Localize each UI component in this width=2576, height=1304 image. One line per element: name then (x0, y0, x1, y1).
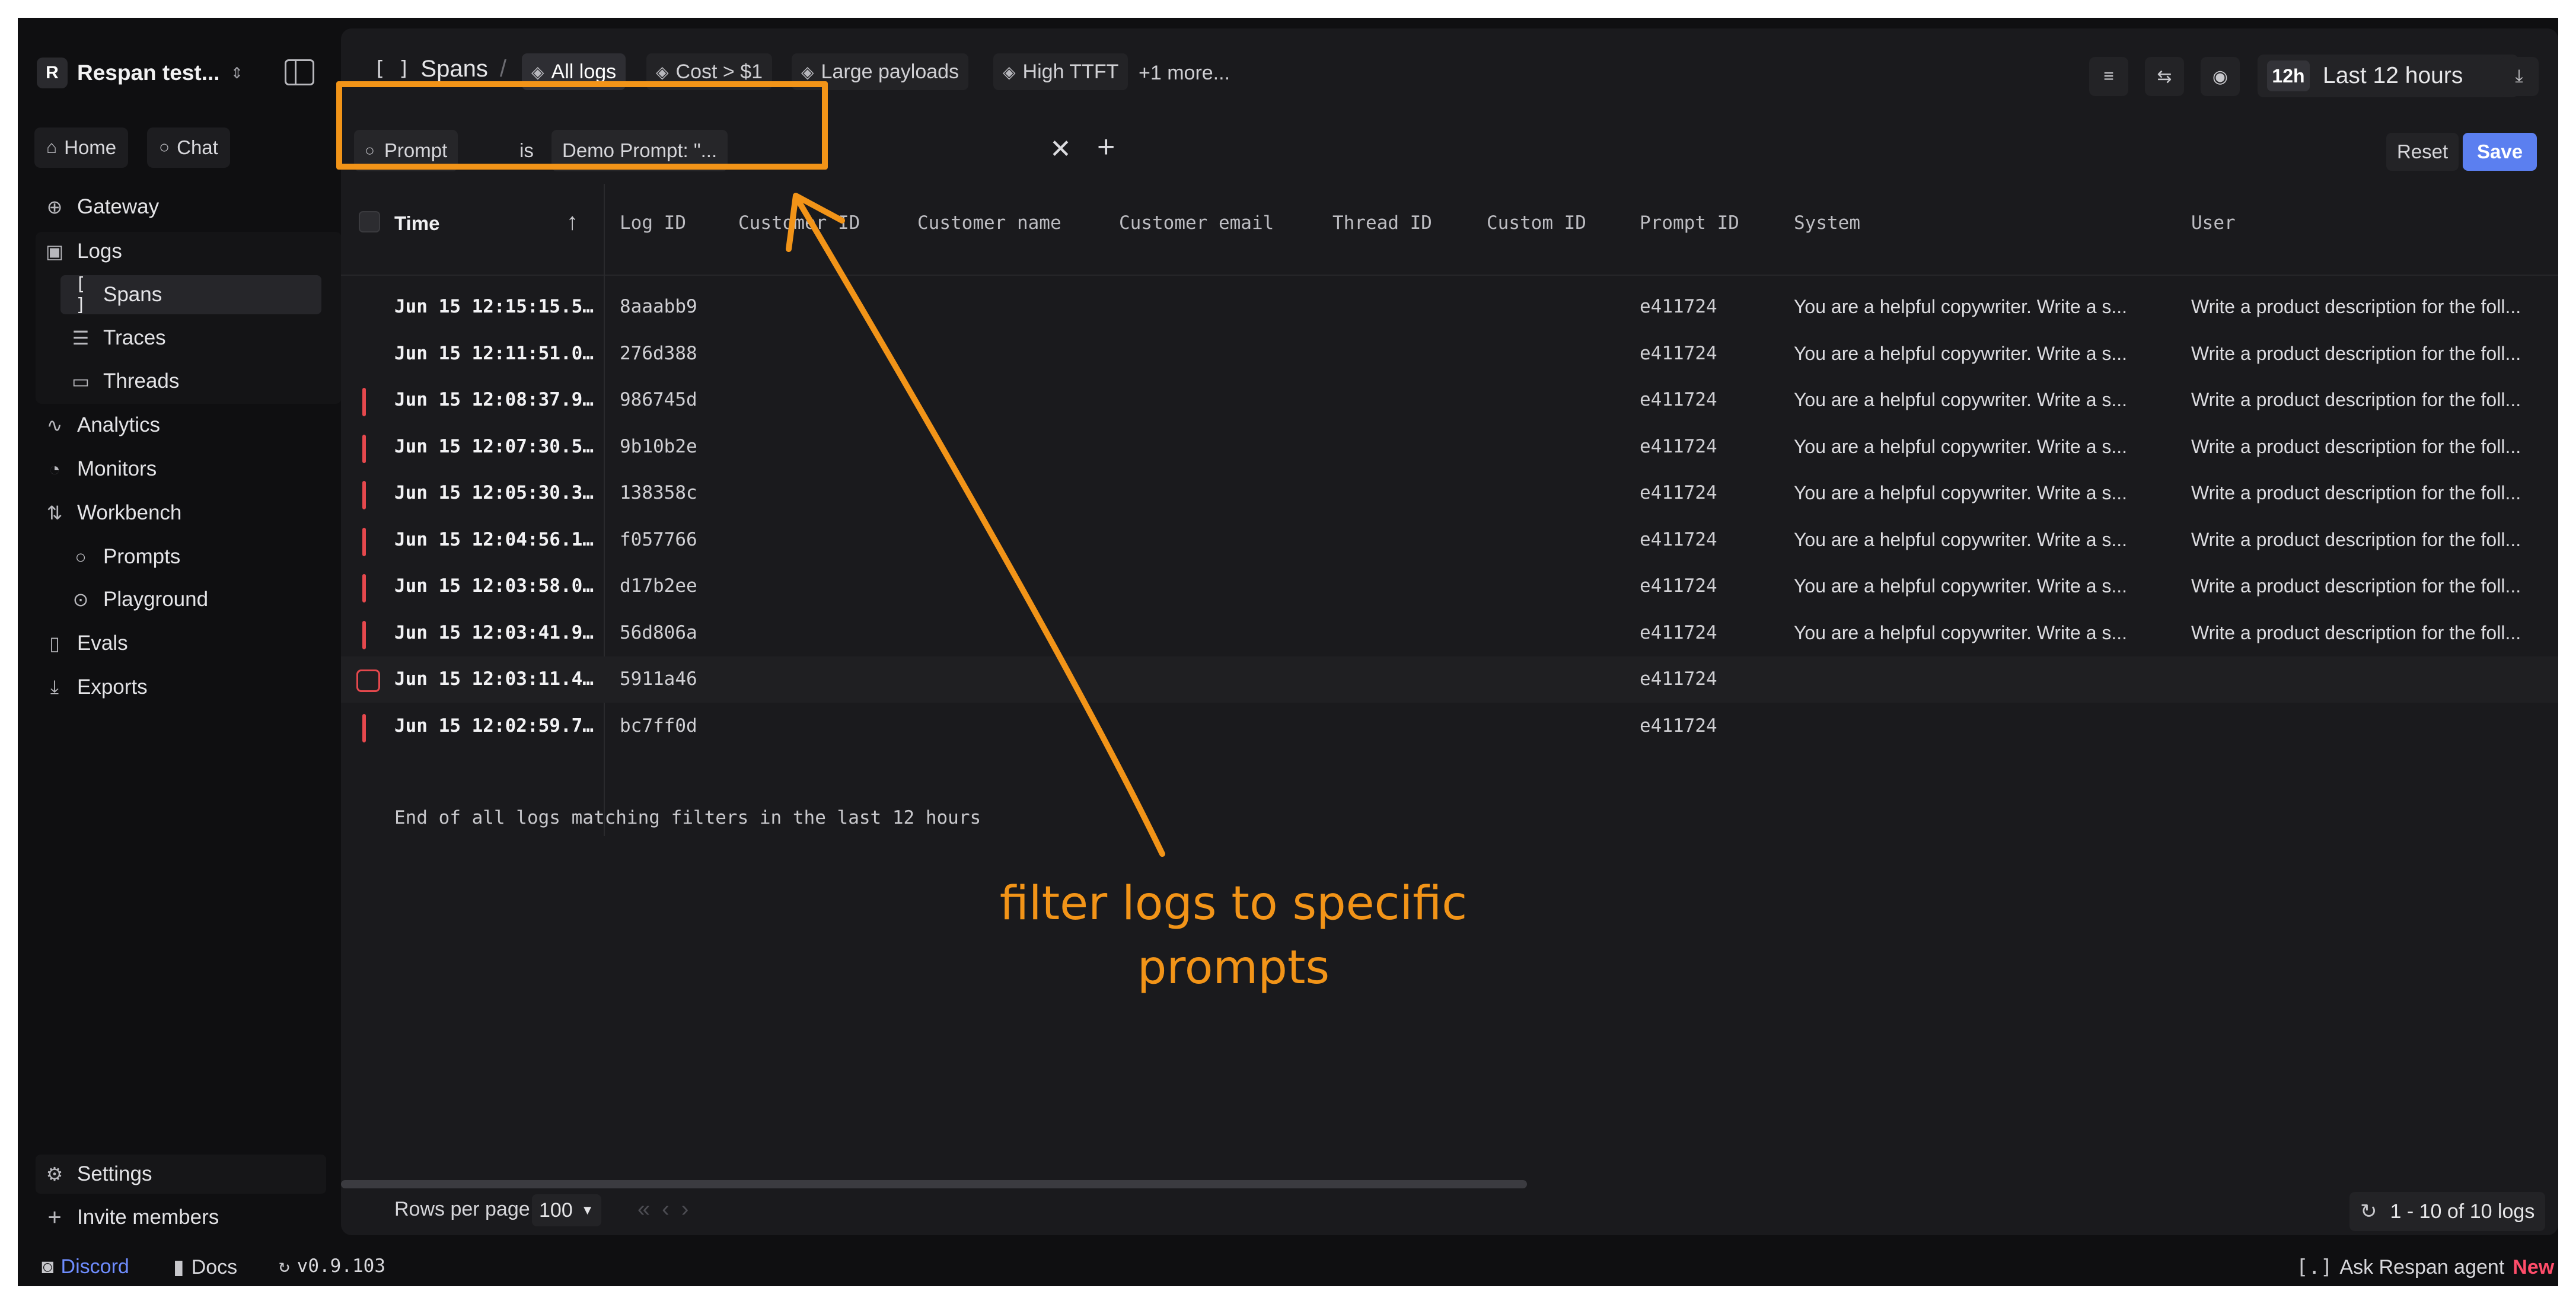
annotation-line-2: prompts (1137, 941, 1330, 994)
annotation-arrow (786, 193, 1165, 857)
annotation-line-1: filter logs to specific (999, 877, 1468, 930)
annotation-text: filter logs to specific prompts (907, 872, 1560, 1000)
